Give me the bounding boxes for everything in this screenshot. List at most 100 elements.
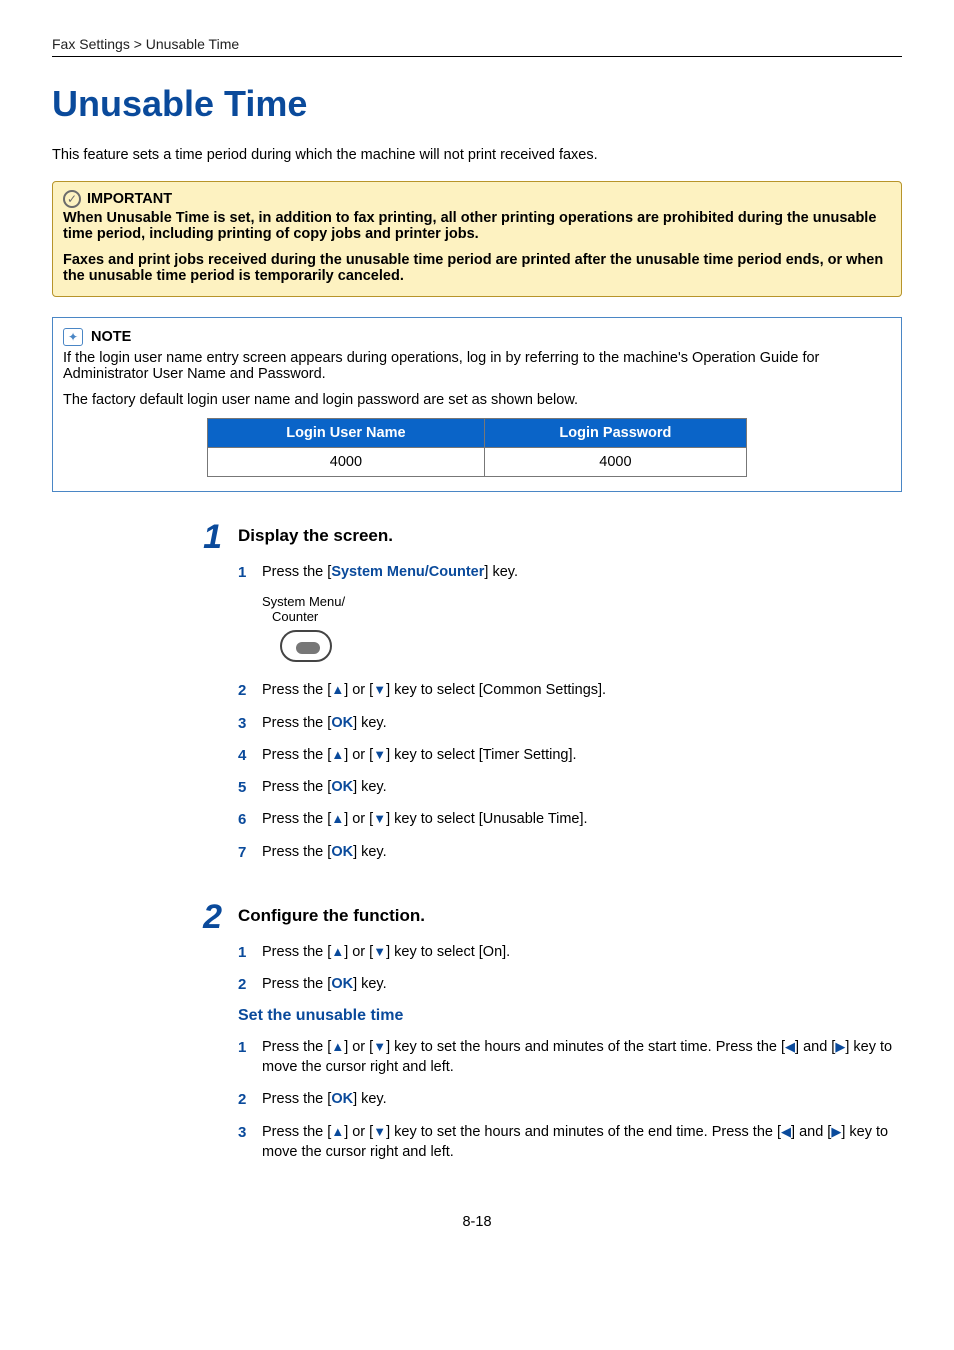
substep-number: 4 — [238, 745, 246, 766]
arrow-down-icon: ▼ — [373, 682, 386, 697]
divider — [52, 56, 902, 57]
substep-number: 2 — [238, 974, 246, 995]
substep-text: Press the [ — [262, 564, 331, 580]
substep: 1 Press the [▲] or [▼] key to select [On… — [238, 942, 902, 962]
substep-text: ] or [ — [344, 811, 373, 827]
button-shape-icon — [280, 630, 332, 662]
key-system-menu: System Menu/Counter — [331, 564, 484, 580]
substep-number: 1 — [238, 1037, 246, 1058]
major-step-title: Display the screen. — [238, 526, 902, 546]
button-label-line1: System Menu/ — [262, 594, 902, 609]
substep-text: ] or [ — [344, 1039, 373, 1055]
substep-text: ] key to set the hours and minutes of th… — [386, 1124, 781, 1140]
note-p1: If the login user name entry screen appe… — [63, 350, 891, 382]
substep-text: Press the [ — [262, 1039, 331, 1055]
check-circle-icon: ✓ — [63, 190, 81, 208]
substep: 7 Press the [OK] key. — [238, 842, 902, 862]
arrow-up-icon: ▲ — [331, 811, 344, 826]
substep-text: Press the [ — [262, 944, 331, 960]
substep-text: ] or [ — [344, 1124, 373, 1140]
table-header-pass: Login Password — [484, 419, 746, 448]
major-step-title: Configure the function. — [238, 906, 902, 926]
substep-number: 3 — [238, 1122, 246, 1143]
key-ok: OK — [331, 844, 353, 860]
substep-text: ] key. — [353, 844, 387, 860]
table-cell-user: 4000 — [208, 448, 485, 477]
page: Fax Settings > Unusable Time Unusable Ti… — [0, 0, 954, 1270]
button-illustration: System Menu/ Counter — [262, 594, 902, 662]
substep-text: ] or [ — [344, 747, 373, 763]
substep: 2 Press the [OK] key. — [238, 974, 902, 994]
substep-number: 5 — [238, 777, 246, 798]
substep-text: Press the [ — [262, 1091, 331, 1107]
arrow-up-icon: ▲ — [331, 682, 344, 697]
table-header-user: Login User Name — [208, 419, 485, 448]
substep: 2 Press the [OK] key. — [238, 1089, 902, 1109]
substep: 2 Press the [▲] or [▼] key to select [Co… — [238, 680, 902, 700]
arrow-right-icon: ▶ — [831, 1124, 841, 1139]
substep-text: ] key to select [Common Settings]. — [386, 682, 606, 698]
note-icon: ✦ — [63, 328, 83, 346]
substep-text: Press the [ — [262, 844, 331, 860]
arrow-up-icon: ▲ — [331, 1039, 344, 1054]
arrow-down-icon: ▼ — [373, 944, 386, 959]
arrow-right-icon: ▶ — [835, 1039, 845, 1054]
page-number: 8-18 — [52, 1214, 902, 1230]
arrow-down-icon: ▼ — [373, 747, 386, 762]
breadcrumb: Fax Settings > Unusable Time — [52, 36, 902, 52]
major-step-1: 1 Display the screen. 1 Press the [Syste… — [192, 520, 902, 874]
key-ok: OK — [331, 976, 353, 992]
note-p2: The factory default login user name and … — [63, 392, 891, 408]
substep: 1 Press the [▲] or [▼] key to set the ho… — [238, 1037, 902, 1078]
substep-number: 3 — [238, 713, 246, 734]
key-ok: OK — [331, 1091, 353, 1107]
substep-text: ] key to select [Unusable Time]. — [386, 811, 587, 827]
substep: 5 Press the [OK] key. — [238, 777, 902, 797]
substep-number: 2 — [238, 680, 246, 701]
arrow-up-icon: ▲ — [331, 1124, 344, 1139]
substep-number: 1 — [238, 562, 246, 583]
steps-container: 1 Display the screen. 1 Press the [Syste… — [192, 520, 902, 1174]
important-callout: ✓ IMPORTANT When Unusable Time is set, i… — [52, 181, 902, 297]
substep-text: ] key to set the hours and minutes of th… — [386, 1039, 785, 1055]
login-table: Login User Name Login Password 4000 4000 — [207, 418, 747, 477]
substep-text: ] key. — [353, 715, 387, 731]
arrow-down-icon: ▼ — [373, 1124, 386, 1139]
button-label-line2: Counter — [272, 609, 902, 624]
substep-number: 6 — [238, 809, 246, 830]
page-title: Unusable Time — [52, 83, 902, 125]
arrow-left-icon: ◀ — [781, 1124, 791, 1139]
arrow-up-icon: ▲ — [331, 944, 344, 959]
major-step-2: 2 Configure the function. 1 Press the [▲… — [192, 900, 902, 1174]
substep-text: ] or [ — [344, 944, 373, 960]
key-ok: OK — [331, 715, 353, 731]
important-p2: Faxes and print jobs received during the… — [63, 252, 891, 284]
substep-text: Press the [ — [262, 715, 331, 731]
substep-text: ] key to select [On]. — [386, 944, 510, 960]
substep-number: 2 — [238, 1089, 246, 1110]
substep-text: ] or [ — [344, 682, 373, 698]
intro-text: This feature sets a time period during w… — [52, 147, 902, 163]
note-callout: ✦ NOTE If the login user name entry scre… — [52, 317, 902, 492]
arrow-up-icon: ▲ — [331, 747, 344, 762]
major-step-number: 1 — [192, 520, 222, 874]
substep: 3 Press the [▲] or [▼] key to set the ho… — [238, 1122, 902, 1163]
key-ok: OK — [331, 779, 353, 795]
substep-text: Press the [ — [262, 811, 331, 827]
arrow-left-icon: ◀ — [785, 1039, 795, 1054]
substep-text: ] key to select [Timer Setting]. — [386, 747, 576, 763]
substep-text: Press the [ — [262, 747, 331, 763]
substep-text: ] key. — [484, 564, 518, 580]
arrow-down-icon: ▼ — [373, 1039, 386, 1054]
important-p1: When Unusable Time is set, in addition t… — [63, 210, 891, 242]
substep-text: ] key. — [353, 976, 387, 992]
arrow-down-icon: ▼ — [373, 811, 386, 826]
important-label: IMPORTANT — [87, 191, 172, 207]
substep-text: ] key. — [353, 779, 387, 795]
substep-text: Press the [ — [262, 682, 331, 698]
substep-text: ] key. — [353, 1091, 387, 1107]
substep-text: ] and [ — [791, 1124, 831, 1140]
major-step-number: 2 — [192, 900, 222, 1174]
substep-number: 1 — [238, 942, 246, 963]
table-cell-pass: 4000 — [484, 448, 746, 477]
